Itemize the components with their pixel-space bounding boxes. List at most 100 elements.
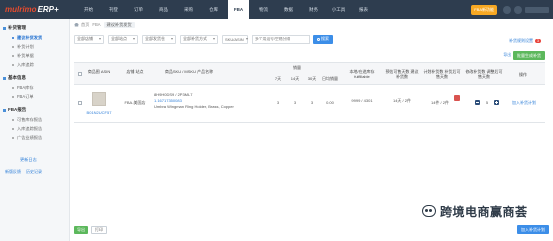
sidebar-group-basic[interactable]: 基本信息 <box>3 75 26 81</box>
header-days: 预估可售天数 建议补货数 <box>385 69 419 79</box>
nav-item-data[interactable]: 数据 <box>278 0 299 19</box>
logo-text: mulrimo <box>5 5 37 14</box>
search-button[interactable]: 搜索 <box>313 34 333 44</box>
sidebar-item-label: 建议补货发货 <box>17 35 43 40</box>
search-icon <box>317 37 320 41</box>
print-button[interactable]: 打印 <box>91 225 107 234</box>
feedback-link[interactable]: 新版反馈 <box>5 169 21 175</box>
nav-item-start[interactable]: 开始 <box>78 0 99 19</box>
header-store: 店铺 站点 <box>126 69 144 74</box>
stock-cell: 9999 / 4301 <box>351 98 373 103</box>
msku-link[interactable]: 1.16717350083 <box>154 98 264 103</box>
header-product: 商品SKU / MSKU 产品名称 <box>164 69 214 74</box>
export-link[interactable]: 导出 <box>503 53 511 58</box>
group-icon <box>3 76 6 80</box>
sidebar-group-label: 补货管理 <box>8 25 26 30</box>
submit-plan-button[interactable]: 加入补货计划 <box>517 225 549 234</box>
search-button-label: 搜索 <box>321 36 329 41</box>
sidebar-item-ads-report[interactable]: 广告业绩报告 <box>9 134 67 142</box>
nav-item-tools[interactable]: 小工具 <box>328 0 349 19</box>
days-cell: 14天 / 2件 <box>392 98 411 103</box>
home-icon[interactable] <box>74 22 79 27</box>
store-select[interactable]: 全部店铺 <box>74 34 104 44</box>
nav-item-fba[interactable]: FBA <box>228 0 249 19</box>
count-badge: 3 <box>535 39 541 43</box>
help-icon[interactable] <box>514 5 522 14</box>
wechat-icon <box>422 205 436 217</box>
history-link[interactable]: 历史记录 <box>26 169 42 175</box>
breadcrumb-home[interactable]: 首页 <box>81 22 89 28</box>
user-menu[interactable] <box>525 6 549 13</box>
nav-item-logistics[interactable]: 物流 <box>253 0 274 19</box>
select-value: 全部店铺 <box>77 36 93 41</box>
sales-30-cell: 3 <box>310 100 314 105</box>
sales-14-cell: 3 <box>293 100 297 105</box>
nav-item-products[interactable]: 商品 <box>153 0 174 19</box>
breadcrumb: 首页 FBA 建议补货发货 <box>74 21 138 28</box>
sidebar-group-label: 基本信息 <box>8 75 26 80</box>
promo-pill[interactable]: FBA新功能 <box>471 4 497 15</box>
store-cell: FBA-美国店 <box>124 100 146 105</box>
sidebar-item-label: 入库追踪 <box>17 62 34 67</box>
sidebar-group-reports[interactable]: FBA报告 <box>3 107 26 113</box>
changelog-link[interactable]: 更新日志 <box>20 157 37 163</box>
sidebar-item-label: FBA库存 <box>17 85 34 90</box>
export-button[interactable]: 导出 <box>74 225 88 234</box>
watermark: 跨境电商赢商荟 <box>422 202 528 220</box>
header-sales-7: 7天 <box>274 76 282 81</box>
header-ops: 操作 <box>519 72 527 77</box>
add-to-plan-link[interactable]: 加入补货计划 <box>506 100 542 105</box>
chevron-down-icon <box>245 38 248 40</box>
nav-item-warehouse[interactable]: 仓库 <box>203 0 224 19</box>
header-adjust: 修改补货数 调整后可售天数 <box>465 69 503 79</box>
sidebar-item-plan[interactable]: 补货计划 <box>9 43 67 51</box>
header-sales: 销量 <box>293 65 301 70</box>
nav-item-listing[interactable]: 刊登 <box>103 0 124 19</box>
sidebar-item-suggest[interactable]: 建议补货发货 <box>9 34 67 42</box>
search-input[interactable] <box>252 34 310 44</box>
nav-item-orders[interactable]: 订单 <box>128 0 149 19</box>
bullet-icon <box>12 55 14 57</box>
header-daily: 日均销量 <box>322 76 338 81</box>
batch-generate-button[interactable]: 批量生成补货 <box>513 51 545 60</box>
asin-link[interactable]: B01N2UCF57 <box>86 110 112 115</box>
sidebar-item-fba-orders[interactable]: FBA订单 <box>9 93 67 101</box>
daily-cell: 0.00 <box>326 100 334 105</box>
header-plan: 计划补货数 补货后可售天数 <box>423 69 461 79</box>
notification-icon[interactable] <box>503 5 511 14</box>
site-select[interactable]: 全部站点 <box>108 34 138 44</box>
header-stock: 本地/在途库存 fulfillable <box>349 69 375 79</box>
adjust-value[interactable]: 5 <box>482 100 492 105</box>
sidebar-item-fba-stock[interactable]: FBA库存 <box>9 84 67 92</box>
chevron-down-icon <box>171 38 173 40</box>
settings-link[interactable]: 补货规则设置 <box>509 38 533 44</box>
app-logo[interactable]: mulrimo ERP+ <box>5 4 59 15</box>
breadcrumb-fba[interactable]: FBA <box>92 22 100 27</box>
increase-button[interactable] <box>494 100 499 105</box>
nav-item-purchase[interactable]: 采购 <box>178 0 199 19</box>
method-select[interactable]: 全部补货方式 <box>180 34 218 44</box>
decrease-button[interactable] <box>475 100 480 105</box>
sidebar-group-replenish[interactable]: 补货管理 <box>3 25 26 31</box>
select-all-checkbox[interactable] <box>78 72 82 76</box>
sidebar-item-label: 广告业绩报告 <box>17 135 43 140</box>
bullet-icon <box>12 128 14 130</box>
group-icon <box>3 26 6 30</box>
nav-item-reports[interactable]: 报表 <box>353 0 374 19</box>
header-image: 商品图 ASIN <box>87 69 111 74</box>
main-nav: 开始 刊登 订单 商品 采购 仓库 FBA 物流 数据 财务 小工具 报表 <box>78 0 378 19</box>
nav-item-finance[interactable]: 财务 <box>303 0 324 19</box>
row-checkbox[interactable] <box>78 101 82 105</box>
sidebar-item-sellable-report[interactable]: 可售库存报告 <box>9 116 67 124</box>
bullet-icon <box>12 96 14 98</box>
bullet-icon <box>12 64 14 66</box>
warehouse-select[interactable]: 全部发货仓 <box>142 34 176 44</box>
sidebar-group-label: FBA报告 <box>8 107 27 112</box>
settings-area: 补货规则设置 3 <box>509 38 541 44</box>
sidebar-item-label: 入库追踪报告 <box>17 126 43 131</box>
search-field-select[interactable]: SKU/ASIN <box>222 34 248 44</box>
sidebar-item-tracking[interactable]: 入库追踪 <box>9 61 67 69</box>
sidebar-item-inbound-report[interactable]: 入库追踪报告 <box>9 125 67 133</box>
sidebar-item-bills[interactable]: 补货单据 <box>9 52 67 60</box>
sales-7-cell: 3 <box>276 100 280 105</box>
